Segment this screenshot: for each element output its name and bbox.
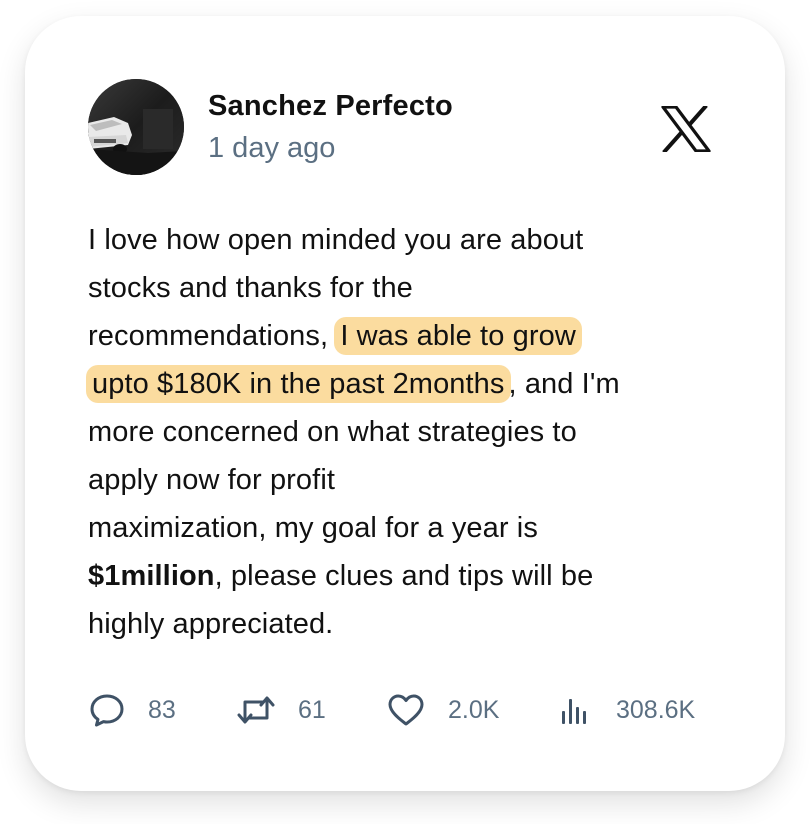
reply-count: 83: [148, 695, 176, 724]
heart-icon: [388, 694, 424, 726]
bold-amount: $1million: [88, 560, 215, 592]
post-text-line: maximization, my goal for a year is: [88, 512, 538, 544]
reply-button[interactable]: 83: [88, 688, 176, 732]
repost-count: 61: [298, 695, 326, 724]
like-count: 2.0K: [448, 695, 500, 724]
repost-button[interactable]: 61: [236, 688, 326, 732]
post-text: I love how open minded you are about sto…: [86, 216, 738, 648]
post-text-line: more concerned on what strategies to: [88, 416, 577, 448]
post-text-line: highly appreciated.: [88, 608, 334, 640]
post-text-line: apply now for profit: [88, 464, 336, 496]
repost-icon: [237, 696, 275, 724]
tweet-card: Sanchez Perfecto 1 day ago I love how op…: [25, 16, 785, 791]
highlighted-text: upto $180K in the past 2months: [86, 365, 511, 403]
avatar[interactable]: [88, 79, 184, 175]
views-bar-chart-icon: [562, 699, 586, 724]
action-bar: 83 61 2.0K 308.6K: [88, 688, 738, 732]
post-text-line: upto $180K in the past 2months, and I'm: [86, 360, 738, 408]
views-button[interactable]: 308.6K: [556, 688, 695, 732]
highlighted-text: I was able to grow: [334, 317, 582, 355]
post-text-line: I love how open minded you are about: [88, 224, 584, 256]
post-text-line: $1million, please clues and tips will be: [88, 560, 594, 592]
post-text-line: recommendations, I was able to grow: [88, 312, 738, 360]
car-photo-avatar: [88, 79, 184, 175]
like-button[interactable]: 2.0K: [386, 688, 499, 732]
author-name[interactable]: Sanchez Perfecto: [208, 90, 453, 123]
x-logo-icon[interactable]: [661, 104, 711, 154]
views-count: 308.6K: [616, 695, 696, 724]
post-text-line: stocks and thanks for the: [88, 272, 413, 304]
post-timestamp[interactable]: 1 day ago: [208, 132, 335, 165]
reply-bubble-icon: [90, 694, 124, 727]
